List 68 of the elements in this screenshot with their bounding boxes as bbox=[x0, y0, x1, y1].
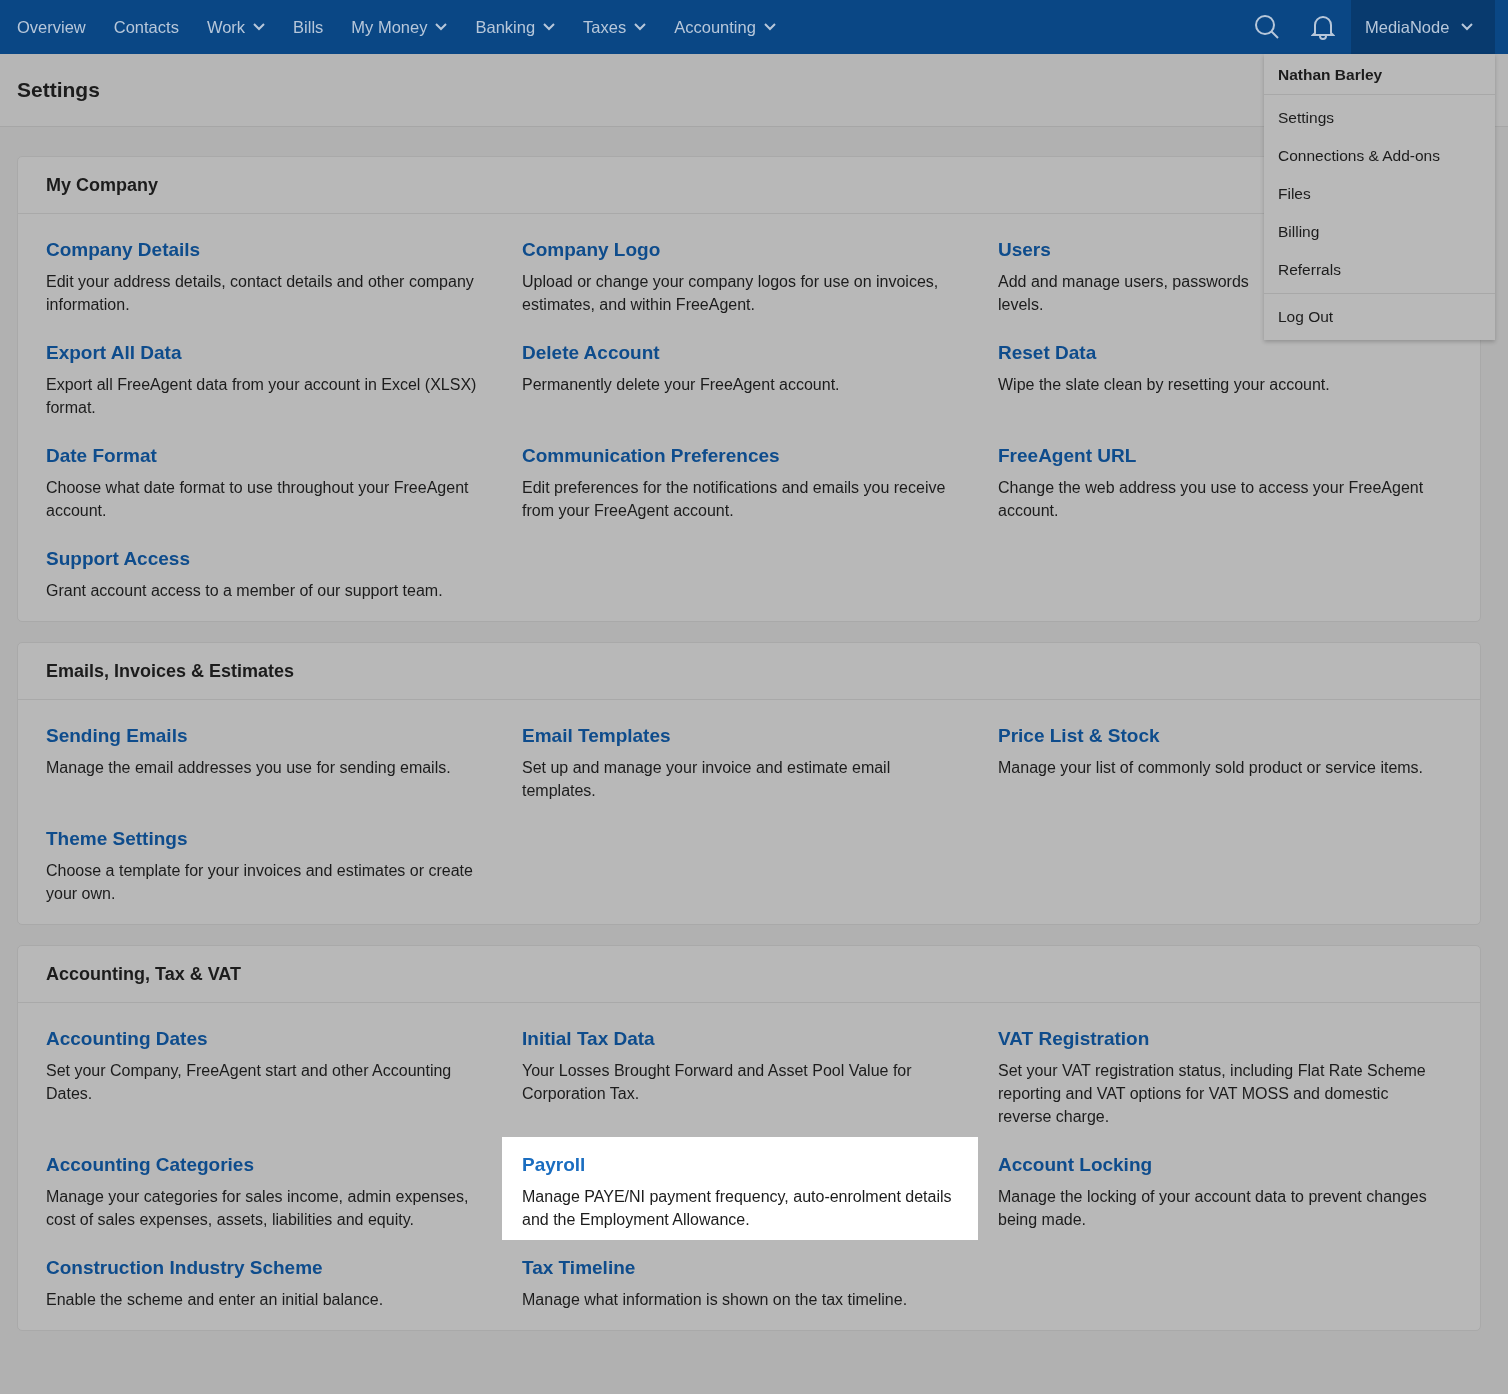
setting-description: Your Losses Brought Forward and Asset Pool Value for Corporation Tax. bbox=[522, 1061, 913, 1104]
setting-description: Choose what date format to use throughout your FreeAgent account. bbox=[46, 478, 470, 521]
setting-link[interactable]: Accounting Dates bbox=[46, 1028, 208, 1050]
chevron-down-icon bbox=[253, 23, 266, 31]
setting-link[interactable]: Communication Preferences bbox=[522, 445, 780, 467]
setting-description: Manage PAYE/NI payment frequency, auto-enrolment details and the Employment Allowance. bbox=[522, 1187, 953, 1230]
panel-title: Accounting, Tax & VAT bbox=[18, 946, 1480, 1003]
setting-link[interactable]: Sending Emails bbox=[46, 725, 188, 747]
page-title: Settings bbox=[17, 78, 100, 102]
setting-description: Edit your address details, contact details and other company information. bbox=[46, 272, 475, 315]
setting-description: Manage your list of commonly sold product or service items. bbox=[998, 758, 1424, 778]
setting-link[interactable]: Date Format bbox=[46, 445, 157, 467]
setting-description: Add and manage users, passwords levels. bbox=[998, 272, 1249, 315]
menu-item[interactable]: Log Out bbox=[1264, 298, 1495, 336]
nav-link[interactable]: Work bbox=[192, 0, 280, 54]
setting-link[interactable]: Users bbox=[998, 239, 1051, 261]
account-menu-button[interactable]: MediaNode bbox=[1351, 0, 1495, 54]
setting-link[interactable]: Export All Data bbox=[46, 342, 182, 364]
setting-description: Manage what information is shown on the tax timeline. bbox=[522, 1290, 908, 1310]
chevron-down-icon bbox=[763, 23, 776, 31]
nav-link[interactable]: My Money bbox=[337, 0, 462, 54]
setting-description: Permanently delete your FreeAgent account. bbox=[522, 375, 840, 395]
setting-description: Manage your categories for sales income, admin expenses, cost of sales expenses, assets, liabilities and equity. bbox=[46, 1187, 470, 1230]
setting-link[interactable]: Price List & Stock bbox=[998, 725, 1160, 747]
chevron-down-icon bbox=[634, 23, 647, 31]
menu-item[interactable]: Settings bbox=[1264, 99, 1495, 137]
setting-description: Change the web address you use to access your FreeAgent account. bbox=[998, 478, 1425, 521]
nav-link[interactable]: Taxes bbox=[569, 0, 661, 54]
setting-link[interactable]: Company Details bbox=[46, 239, 201, 261]
nav-link[interactable]: Contacts bbox=[99, 0, 193, 54]
setting-description: Grant account access to a member of our support team. bbox=[46, 581, 443, 601]
panel-title: Emails, Invoices & Estimates bbox=[18, 643, 1480, 700]
setting-link[interactable]: Construction Industry Scheme bbox=[46, 1257, 323, 1279]
menu-item[interactable]: Connections & Add-ons bbox=[1264, 137, 1495, 175]
setting-description: Choose a template for your invoices and estimates or create your own. bbox=[46, 861, 474, 904]
chevron-down-icon bbox=[435, 23, 448, 31]
setting-link[interactable]: Accounting Categories bbox=[46, 1154, 254, 1176]
setting-link[interactable]: FreeAgent URL bbox=[998, 445, 1137, 467]
chevron-down-icon bbox=[1461, 23, 1474, 31]
setting-description: Set your VAT registration status, including Flat Rate Scheme reporting and VAT options for VAT MOSS and domestic reverse charge. bbox=[998, 1061, 1427, 1127]
setting-link[interactable]: Payroll bbox=[522, 1154, 586, 1176]
nav-link[interactable]: Accounting bbox=[660, 0, 790, 54]
nav-link[interactable]: Banking bbox=[461, 0, 570, 54]
setting-description: Manage the email addresses you use for sending emails. bbox=[46, 758, 451, 778]
setting-link[interactable]: Support Access bbox=[46, 548, 190, 570]
setting-description: Edit preferences for the notifications and emails you receive from your FreeAgent account. bbox=[522, 478, 947, 521]
setting-link[interactable]: Theme Settings bbox=[46, 828, 188, 850]
setting-description: Manage the locking of your account data to prevent changes being made. bbox=[998, 1187, 1428, 1230]
setting-description: Upload or change your company logos for use on invoices, estimates, and within FreeAgent. bbox=[522, 272, 940, 315]
nav-link[interactable]: Bills bbox=[279, 0, 338, 54]
menu-item[interactable]: Referrals bbox=[1264, 251, 1495, 289]
setting-link[interactable]: Email Templates bbox=[522, 725, 671, 747]
setting-link[interactable]: Tax Timeline bbox=[522, 1257, 636, 1279]
setting-link[interactable]: Account Locking bbox=[998, 1154, 1153, 1176]
setting-description: Export all FreeAgent data from your account in Excel (XLSX) format. bbox=[46, 375, 478, 418]
menu-item[interactable]: Files bbox=[1264, 175, 1495, 213]
menu-item[interactable]: Billing bbox=[1264, 213, 1495, 251]
setting-description: Enable the scheme and enter an initial balance. bbox=[46, 1290, 384, 1310]
setting-link[interactable]: Company Logo bbox=[522, 239, 661, 261]
setting-description: Set up and manage your invoice and estimate email templates. bbox=[522, 758, 892, 801]
setting-description: Wipe the slate clean by resetting your account. bbox=[998, 375, 1330, 395]
setting-link[interactable]: Reset Data bbox=[998, 342, 1097, 364]
setting-link[interactable]: Initial Tax Data bbox=[522, 1028, 655, 1050]
setting-description: Set your Company, FreeAgent start and other Accounting Dates. bbox=[46, 1061, 453, 1104]
setting-link[interactable]: VAT Registration bbox=[998, 1028, 1150, 1050]
setting-link[interactable]: Delete Account bbox=[522, 342, 660, 364]
nav-link[interactable]: Overview bbox=[3, 0, 100, 54]
chevron-down-icon bbox=[543, 23, 556, 31]
